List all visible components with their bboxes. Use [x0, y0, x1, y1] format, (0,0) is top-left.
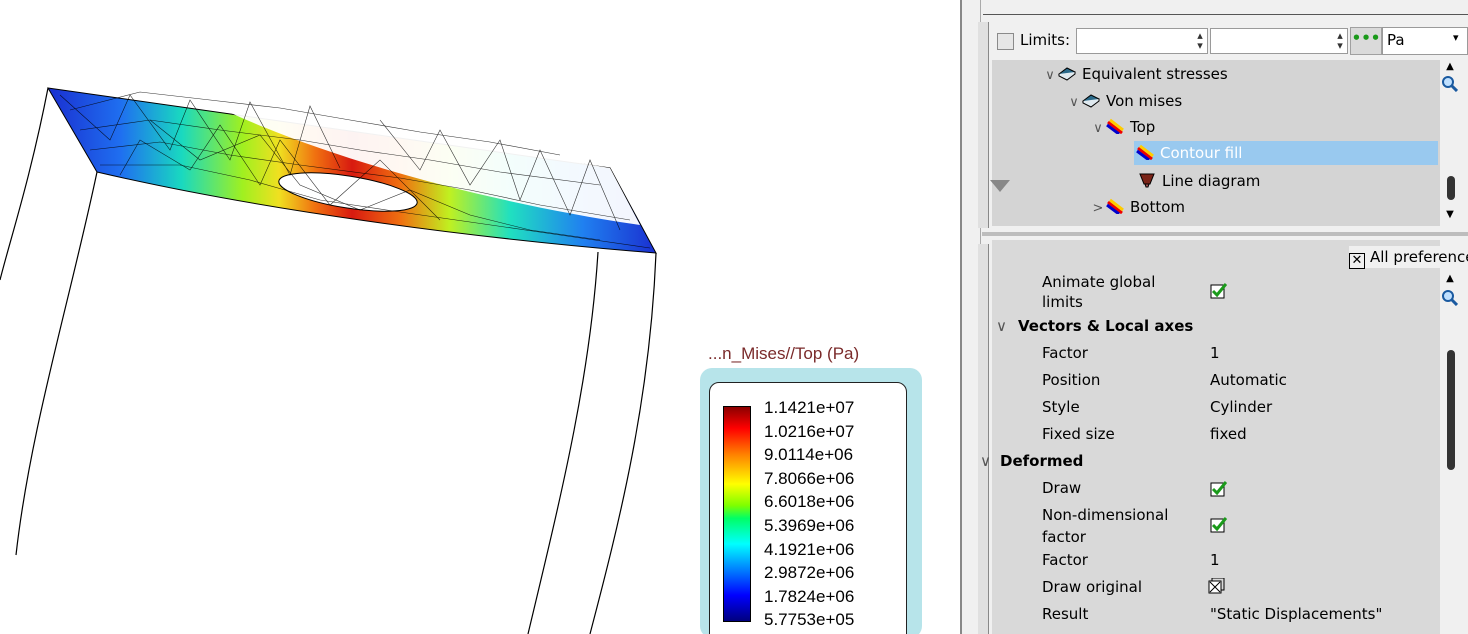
- pref-name: Fixed size: [1042, 425, 1115, 443]
- pref-value[interactable]: Cylinder: [1210, 398, 1272, 416]
- legend-title: ...n_Mises//Top (Pa): [708, 344, 860, 363]
- magnifier-icon[interactable]: [1442, 76, 1458, 92]
- tree-item-label: Contour fill: [1160, 144, 1243, 162]
- unit-value: Pa: [1387, 31, 1405, 49]
- dots-button[interactable]: •••: [1350, 27, 1382, 55]
- legend-value: 1.0216e+07: [764, 421, 855, 441]
- top-strip: [983, 0, 1468, 15]
- splitter-grip-top[interactable]: [978, 22, 989, 228]
- colorbar: [723, 406, 751, 622]
- chevron-down-icon[interactable]: ∨: [1042, 63, 1058, 89]
- tree-item-label: Line diagram: [1162, 172, 1261, 190]
- magnifier-icon[interactable]: [1442, 290, 1458, 306]
- pref-name: Non-dimensional factor: [1042, 506, 1169, 546]
- pref-name: Draw: [1042, 479, 1082, 497]
- limits-min-spinner[interactable]: ▴ ▾: [1194, 30, 1206, 51]
- pref-value[interactable]: "Static Displacements": [1210, 605, 1382, 623]
- unit-select[interactable]: Pa ▾: [1382, 27, 1468, 55]
- pref-value[interactable]: fixed: [1210, 425, 1247, 443]
- checkbox-crossed-icon[interactable]: [1208, 578, 1225, 595]
- limits-max-spinner[interactable]: ▴ ▾: [1334, 30, 1346, 51]
- legend-value: 5.3969e+06: [764, 515, 855, 535]
- tree-item-von-mises[interactable]: ∨ Von mises: [1066, 88, 1182, 114]
- limits-checkbox[interactable]: [997, 33, 1014, 50]
- result-tree[interactable]: ∨ Equivalent stresses ∨ Von mises ∨ Top Con…: [990, 60, 1440, 226]
- checkbox-checked-icon[interactable]: [1210, 480, 1227, 497]
- tree-scrollbar[interactable]: ▲ ▼: [1442, 60, 1458, 226]
- collapse-marker-icon[interactable]: [990, 180, 1010, 192]
- pref-name: Animate global limits: [1042, 273, 1156, 311]
- legend-value: 6.6018e+06: [764, 492, 855, 512]
- tree-item-bottom[interactable]: > Bottom: [1090, 194, 1185, 220]
- section-label: Vectors & Local axes: [1018, 317, 1194, 335]
- legend-value: 2.9872e+06: [764, 563, 855, 583]
- scroll-down-icon[interactable]: ▼: [1444, 210, 1456, 220]
- pref-name: Factor: [1042, 551, 1088, 569]
- legend-value: 5.7753e+05: [764, 610, 855, 630]
- graphics-viewport[interactable]: ...n_Mises//Top (Pa) 1.1421e+07 1.0216e+…: [0, 0, 960, 634]
- pref-name: Draw original: [1042, 578, 1143, 596]
- preferences-grid[interactable]: ✕ All preferences Animate global limits ∨…: [980, 240, 1468, 634]
- side-panel: Limits: ▴ ▾ ▴ ▾ ••• Pa ▾ ∨ Equivalent stres…: [960, 0, 1468, 634]
- all-preferences-toggle[interactable]: ✕ All preferences: [1349, 246, 1468, 269]
- book-icon: [1058, 63, 1076, 81]
- legend-value: 1.1421e+07: [764, 398, 855, 417]
- tree-item-label: Equivalent stresses: [1082, 65, 1228, 83]
- panel-border: [960, 0, 962, 634]
- legend-value: 1.7824e+06: [764, 586, 855, 606]
- rainbow-icon: [1136, 143, 1154, 162]
- close-icon[interactable]: ✕: [1349, 253, 1365, 269]
- legend-value: 4.1921e+06: [764, 539, 855, 559]
- tree-item-label: Bottom: [1130, 198, 1186, 216]
- pref-value[interactable]: 1: [1210, 551, 1220, 569]
- tree-item-contour-fill[interactable]: Contour fill: [1134, 141, 1438, 165]
- scroll-up-icon[interactable]: ▲: [1444, 62, 1456, 72]
- chevron-down-icon[interactable]: ∨: [1066, 90, 1082, 116]
- pref-name: Result: [1042, 605, 1089, 623]
- tree-item-top[interactable]: ∨ Top: [1090, 114, 1155, 140]
- scroll-thumb[interactable]: [1447, 176, 1455, 200]
- chevron-down-icon[interactable]: ∨: [996, 317, 1007, 335]
- tree-item-equivalent-stresses[interactable]: ∨ Equivalent stresses: [1042, 61, 1228, 87]
- rainbow-icon: [1106, 196, 1124, 216]
- all-preferences-label: All preferences: [1370, 248, 1468, 266]
- splitter-grip-bottom[interactable]: [978, 244, 989, 634]
- panel-splitter[interactable]: [982, 232, 1468, 236]
- limits-label: Limits:: [1020, 31, 1071, 49]
- limits-min-field[interactable]: [1076, 28, 1208, 54]
- scroll-up-icon[interactable]: ▲: [1444, 274, 1456, 284]
- tree-item-label: Top: [1130, 118, 1156, 136]
- pref-name: Style: [1042, 398, 1080, 416]
- pref-value[interactable]: 1: [1210, 344, 1220, 362]
- tree-item-label: Von mises: [1106, 92, 1183, 110]
- section-label: Deformed: [1000, 452, 1084, 470]
- legend-value: 9.0114e+06: [764, 445, 854, 465]
- chevron-right-icon[interactable]: >: [1090, 196, 1106, 222]
- checkbox-checked-icon[interactable]: [1210, 282, 1227, 299]
- tree-item-line-diagram[interactable]: Line diagram: [1138, 168, 1260, 194]
- pref-name: Position: [1042, 371, 1101, 389]
- pref-name: Factor: [1042, 344, 1088, 362]
- limits-max-field[interactable]: [1210, 28, 1348, 54]
- book-icon: [1082, 90, 1100, 108]
- scroll-thumb[interactable]: [1447, 350, 1455, 470]
- legend-values: 1.1421e+07 1.0216e+07 9.0114e+06 7.8066e…: [764, 396, 854, 632]
- chevron-down-icon[interactable]: ∨: [980, 452, 991, 470]
- chevron-down-icon: ▾: [1453, 31, 1459, 44]
- checkbox-checked-icon[interactable]: [1210, 516, 1227, 533]
- legend-value: 7.8066e+06: [764, 468, 855, 488]
- preferences-scrollbar[interactable]: ▲: [1442, 270, 1458, 470]
- pref-value[interactable]: Automatic: [1210, 371, 1287, 389]
- line-diagram-icon: [1138, 170, 1156, 188]
- chevron-down-icon[interactable]: ∨: [1090, 116, 1106, 142]
- rainbow-icon: [1106, 116, 1124, 136]
